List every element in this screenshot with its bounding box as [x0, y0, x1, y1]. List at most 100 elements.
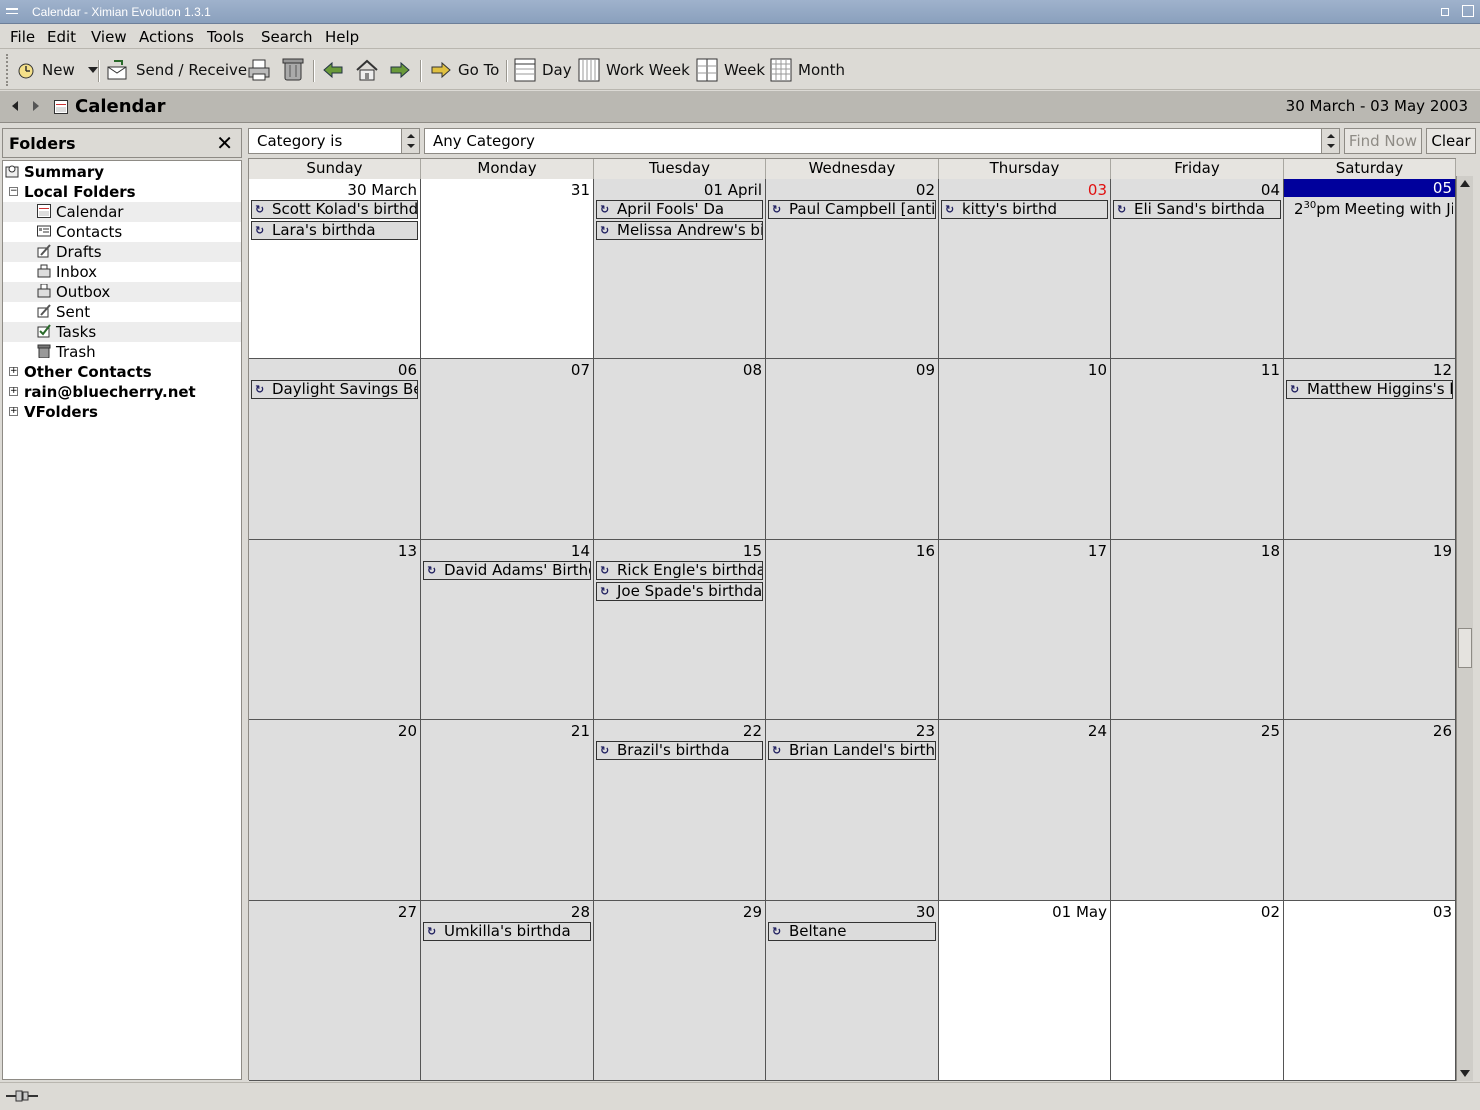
- scroll-down-arrow-icon[interactable]: [1460, 1070, 1470, 1077]
- day-cell[interactable]: 10: [939, 359, 1111, 540]
- expand-icon[interactable]: +: [9, 367, 18, 376]
- day-cell[interactable]: 21: [421, 720, 594, 901]
- folder-summary[interactable]: Summary: [3, 162, 241, 182]
- day-cell[interactable]: 03: [1284, 901, 1456, 1081]
- folder-trash[interactable]: Trash: [3, 342, 241, 362]
- day-view-button[interactable]: Day: [514, 56, 572, 84]
- day-cell[interactable]: 30 March ↻ Scott Kolad's birthd ↻ Lara's bir…: [249, 179, 421, 359]
- next-arrow-icon[interactable]: [389, 60, 411, 80]
- event-item[interactable]: ↻ April Fools' Da: [596, 200, 763, 219]
- day-cell[interactable]: 16: [766, 540, 939, 720]
- day-cell[interactable]: 15 ↻ Rick Engle's birthda ↻ Joe Spade's birt…: [594, 540, 766, 720]
- event-item[interactable]: ↻ Joe Spade's birthda: [596, 582, 763, 601]
- event-item[interactable]: ↻ Brazil's birthda: [596, 741, 763, 760]
- day-cell[interactable]: 29: [594, 901, 766, 1081]
- menu-edit[interactable]: Edit: [47, 28, 76, 46]
- menu-tools[interactable]: Tools: [207, 28, 244, 46]
- day-cell[interactable]: 09: [766, 359, 939, 540]
- folder-other-contacts[interactable]: + Other Contacts: [3, 362, 241, 382]
- event-item[interactable]: ↻ Daylight Savings Beg: [251, 380, 418, 399]
- event-item[interactable]: ↻ kitty's birthd: [941, 200, 1108, 219]
- menu-file[interactable]: File: [10, 28, 35, 46]
- folder-account[interactable]: + rain@bluecherry.net: [3, 382, 241, 402]
- new-button[interactable]: New: [16, 56, 99, 84]
- day-cell[interactable]: 26: [1284, 720, 1456, 901]
- month-view-button[interactable]: Month: [770, 56, 845, 84]
- calendar-scrollbar[interactable]: [1456, 176, 1473, 1081]
- delete-icon[interactable]: [281, 56, 305, 82]
- clear-button[interactable]: Clear: [1426, 128, 1476, 154]
- event-item[interactable]: ↻ Lara's birthda: [251, 221, 418, 240]
- find-now-button[interactable]: Find Now: [1344, 128, 1422, 154]
- day-cell[interactable]: 06 ↻ Daylight Savings Beg: [249, 359, 421, 540]
- chevron-down-icon[interactable]: [87, 66, 99, 74]
- day-cell[interactable]: 17: [939, 540, 1111, 720]
- close-icon[interactable]: ✕: [216, 131, 233, 155]
- folder-outbox[interactable]: Outbox: [3, 282, 241, 302]
- day-cell[interactable]: 22 ↻ Brazil's birthda: [594, 720, 766, 901]
- event-item[interactable]: ↻ Paul Campbell [antihe: [768, 200, 936, 219]
- event-item[interactable]: ↻ Melissa Andrew's bir: [596, 221, 763, 240]
- menu-search[interactable]: Search: [261, 28, 313, 46]
- day-cell[interactable]: 02 ↻ Paul Campbell [antihe: [766, 179, 939, 359]
- previous-arrow-icon[interactable]: [322, 60, 344, 80]
- day-cell[interactable]: 01 May: [939, 901, 1111, 1081]
- scroll-up-arrow-icon[interactable]: [1460, 180, 1470, 187]
- print-icon[interactable]: [247, 58, 271, 82]
- minimize-icon[interactable]: [1441, 8, 1449, 16]
- forward-arrow-icon[interactable]: [33, 101, 39, 111]
- scroll-thumb[interactable]: [1458, 628, 1472, 668]
- day-cell[interactable]: 02: [1111, 901, 1284, 1081]
- day-cell[interactable]: 12 ↻ Matthew Higgins's bi: [1284, 359, 1456, 540]
- folder-contacts[interactable]: Contacts: [3, 222, 241, 242]
- event-item[interactable]: ↻ Beltane: [768, 922, 936, 941]
- home-icon[interactable]: [355, 58, 379, 82]
- maximize-icon[interactable]: [1462, 5, 1474, 17]
- back-arrow-icon[interactable]: [12, 101, 18, 111]
- week-view-button[interactable]: Week: [696, 56, 765, 84]
- category-value-select[interactable]: Any Category: [424, 128, 1340, 154]
- day-cell[interactable]: 14 ↻ David Adams' Birthd: [421, 540, 594, 720]
- day-cell[interactable]: 27: [249, 901, 421, 1081]
- folder-vfolders[interactable]: + VFolders: [3, 402, 241, 422]
- send-receive-button[interactable]: Send / Receive: [106, 56, 247, 84]
- day-cell[interactable]: 19: [1284, 540, 1456, 720]
- folder-drafts[interactable]: Drafts: [3, 242, 241, 262]
- event-item[interactable]: ↻ Eli Sand's birthda: [1113, 200, 1281, 219]
- menu-help[interactable]: Help: [325, 28, 359, 46]
- event-item[interactable]: ↻ Rick Engle's birthda: [596, 561, 763, 580]
- expand-icon[interactable]: +: [9, 387, 18, 396]
- menu-actions[interactable]: Actions: [139, 28, 194, 46]
- day-cell[interactable]: 01 April ↻ April Fools' Da ↻ Melissa Andrew'…: [594, 179, 766, 359]
- day-cell[interactable]: 30 ↻ Beltane: [766, 901, 939, 1081]
- day-cell[interactable]: 07: [421, 359, 594, 540]
- day-cell[interactable]: 18: [1111, 540, 1284, 720]
- day-cell[interactable]: 23 ↻ Brian Landel's birthd: [766, 720, 939, 901]
- collapse-icon[interactable]: −: [9, 187, 18, 196]
- folder-inbox[interactable]: Inbox: [3, 262, 241, 282]
- event-item[interactable]: ↻ Umkilla's birthda: [423, 922, 591, 941]
- folder-sent[interactable]: Sent: [3, 302, 241, 322]
- category-operator-select[interactable]: Category is: [248, 128, 420, 154]
- go-to-button[interactable]: Go To: [430, 56, 499, 84]
- work-week-view-button[interactable]: Work Week: [578, 56, 690, 84]
- day-cell[interactable]: 25: [1111, 720, 1284, 901]
- timed-event[interactable]: 230pmMeeting with Jim: [1294, 200, 1453, 218]
- day-cell[interactable]: 08: [594, 359, 766, 540]
- toolbar-grip[interactable]: [6, 54, 10, 86]
- day-cell[interactable]: 24: [939, 720, 1111, 901]
- event-item[interactable]: ↻ Brian Landel's birthd: [768, 741, 936, 760]
- day-cell[interactable]: 28 ↻ Umkilla's birthda: [421, 901, 594, 1081]
- folder-local-folders[interactable]: − Local Folders: [3, 182, 241, 202]
- day-cell[interactable]: 31: [421, 179, 594, 359]
- day-cell[interactable]: 13: [249, 540, 421, 720]
- day-cell[interactable]: 04 ↻ Eli Sand's birthda: [1111, 179, 1284, 359]
- day-cell[interactable]: 03 ↻ kitty's birthd: [939, 179, 1111, 359]
- event-item[interactable]: ↻ Matthew Higgins's bi: [1286, 380, 1453, 399]
- event-item[interactable]: ↻ Scott Kolad's birthd: [251, 200, 418, 219]
- folder-calendar[interactable]: Calendar: [3, 202, 241, 222]
- event-item[interactable]: ↻ David Adams' Birthd: [423, 561, 591, 580]
- day-cell[interactable]: 20: [249, 720, 421, 901]
- day-cell-today[interactable]: 05 230pmMeeting with Jim: [1284, 179, 1456, 359]
- day-cell[interactable]: 11: [1111, 359, 1284, 540]
